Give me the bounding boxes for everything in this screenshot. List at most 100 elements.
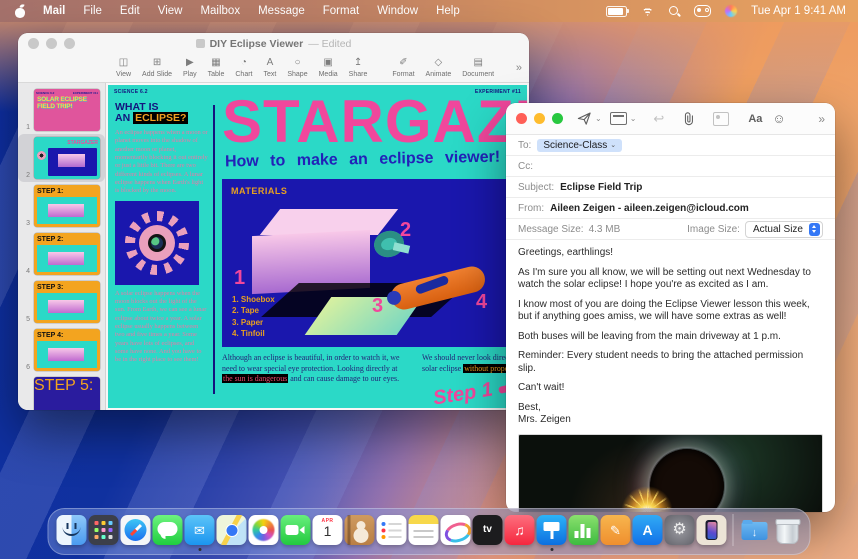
body-paragraph: As I'm sure you all know, we will be set… [518, 267, 823, 292]
dock-keynote-icon[interactable] [537, 515, 567, 545]
menu-item-edit[interactable]: Edit [111, 5, 149, 17]
toolbar-add-slide-button[interactable]: ⊞Add Slide [142, 58, 172, 78]
slide-thumbnail-3[interactable]: 3STEP 1: [18, 182, 105, 230]
close-button[interactable] [28, 38, 39, 49]
apple-menu-icon[interactable] [14, 5, 26, 18]
menu-item-view[interactable]: View [149, 5, 192, 17]
slide-number: 3 [20, 220, 30, 227]
header-fields-chevron-icon[interactable]: ⌄ [630, 109, 637, 129]
slide-thumbnail-7[interactable]: 7STEP 5: [18, 374, 105, 410]
search-icon[interactable] [668, 5, 680, 17]
dock-tv-icon[interactable]: tv [473, 515, 503, 545]
earth-icon [151, 237, 163, 249]
toolbar-chart-button[interactable]: ◔Chart [235, 58, 252, 78]
to-field[interactable]: To: Science-Class⌄ [506, 135, 835, 156]
menu-item-help[interactable]: Help [427, 5, 469, 17]
material-number-4: 4 [476, 291, 487, 314]
menu-item-window[interactable]: Window [368, 5, 427, 17]
dock-reminders-icon[interactable] [377, 515, 407, 545]
materials-list: 1. Shoebox 2. Tape 3. Paper 4. Tinfoil [232, 294, 275, 340]
slide-number: 4 [20, 268, 30, 275]
toolbar-view-button[interactable]: ◫View [116, 58, 131, 78]
table-icon: ▦ [211, 58, 220, 69]
slide-thumbnail-5[interactable]: 5STEP 3: [18, 278, 105, 326]
cc-field[interactable]: Cc: [506, 156, 835, 177]
dock-launchpad-icon[interactable] [89, 515, 119, 545]
dock-facetime-icon[interactable] [281, 515, 311, 545]
close-button[interactable] [516, 113, 527, 124]
minimize-button[interactable] [46, 38, 57, 49]
toolbar-media-button[interactable]: ▣Media [319, 58, 338, 78]
toolbar-document-button[interactable]: ▤Document [462, 58, 494, 78]
toolbar-label: Share [349, 71, 368, 78]
toolbar-overflow-chevron[interactable]: » [516, 62, 522, 74]
menu-item-file[interactable]: File [74, 5, 111, 17]
menu-item-message[interactable]: Message [249, 5, 314, 17]
battery-icon[interactable] [606, 6, 627, 17]
siri-icon[interactable] [725, 5, 737, 17]
dock-safari-icon[interactable] [121, 515, 151, 545]
dock-photos-icon[interactable] [249, 515, 279, 545]
dock-notes-icon[interactable] [409, 515, 439, 545]
dock-finder-icon[interactable] [57, 515, 87, 545]
toolbar-table-button[interactable]: ▦Table [208, 58, 225, 78]
wifi-icon[interactable] [641, 6, 654, 16]
menu-item-mail[interactable]: Mail [34, 5, 74, 17]
slide-thumbnail-1[interactable]: 1SCIENCE 6.2EXPERIMENT #11SOLAR ECLIPSE … [18, 86, 105, 134]
mail-compose-window: ⌄ ⌄ ↩ Aa ☺ » To: Science-Class⌄ Cc: [506, 103, 835, 512]
toolbar-label: Animate [426, 71, 452, 78]
dock-iphone-mirroring-icon[interactable] [697, 515, 727, 545]
send-icon[interactable] [577, 109, 592, 129]
dock-maps-icon[interactable] [217, 515, 247, 545]
eclipse-attachment-image[interactable] [518, 434, 823, 513]
toolbar-shape-button[interactable]: ○Shape [287, 58, 307, 78]
dock-freeform-icon[interactable] [441, 515, 471, 545]
toolbar-format-button[interactable]: ✐Format [392, 58, 414, 78]
message-body[interactable]: Greetings, earthlings! As I'm sure you al… [506, 240, 835, 427]
dock-mail-icon[interactable]: ✉ [185, 515, 215, 545]
dock-settings-icon[interactable]: ⚙ [665, 515, 695, 545]
media-icon: ▣ [323, 58, 332, 69]
slide-subtitle: How to make an eclipse viewer! [225, 149, 500, 172]
control-center-icon[interactable] [694, 5, 711, 17]
dock-contacts-icon[interactable] [345, 515, 375, 545]
zoom-button[interactable] [552, 113, 563, 124]
dock-appstore-icon[interactable]: A [633, 515, 663, 545]
chart-icon: ◔ [241, 58, 247, 69]
toolbar-overflow-chevron[interactable]: » [818, 109, 825, 129]
slide-stargazer[interactable]: SCIENCE 6.2 EXPERIMENT #11 WHAT IS AN EC… [108, 85, 527, 408]
minimize-button[interactable] [534, 113, 545, 124]
toolbar-share-button[interactable]: ↥Share [349, 58, 368, 78]
dock-trash-icon[interactable] [772, 515, 802, 545]
body-paragraph: I know most of you are doing the Eclipse… [518, 299, 823, 324]
from-field[interactable]: From: Aileen Zeigen - aileen.zeigen@iclo… [506, 198, 835, 219]
dock-music-icon[interactable]: ♫ [505, 515, 535, 545]
format-icon[interactable]: Aa [748, 109, 762, 129]
slide-thumbnail-4[interactable]: 4STEP 2: [18, 230, 105, 278]
recipient-token[interactable]: Science-Class⌄ [537, 139, 622, 152]
dock-numbers-icon[interactable] [569, 515, 599, 545]
menu-clock[interactable]: Tue Apr 1 9:41 AM [751, 5, 846, 17]
dock-pages-icon[interactable]: ✎ [601, 515, 631, 545]
keynote-titlebar: DIY Eclipse Viewer — Edited [18, 33, 529, 54]
slide-navigator: 1SCIENCE 6.2EXPERIMENT #11SOLAR ECLIPSE … [18, 83, 106, 410]
dock-calendar-icon[interactable]: APR1 [313, 515, 343, 545]
material-number-2: 2 [400, 219, 411, 242]
attach-icon[interactable] [682, 109, 695, 129]
emoji-icon[interactable]: ☺ [772, 109, 785, 129]
menu-item-mailbox[interactable]: Mailbox [191, 5, 249, 17]
send-options-chevron-icon[interactable]: ⌄ [595, 109, 602, 129]
menu-item-format[interactable]: Format [314, 5, 368, 17]
toolbar-text-button[interactable]: AText [264, 58, 277, 78]
zoom-button[interactable] [64, 38, 75, 49]
header-fields-icon[interactable] [610, 109, 627, 129]
toolbar-play-button[interactable]: ▶Play [183, 58, 197, 78]
dock-downloads-icon[interactable]: ↓ [740, 515, 770, 545]
image-size-select[interactable]: Actual Size [745, 221, 823, 238]
slide-thumbnail-2[interactable]: 2STARGAZER [18, 134, 105, 182]
dock-messages-icon[interactable] [153, 515, 183, 545]
toolbar-animate-button[interactable]: ◇Animate [426, 58, 452, 78]
slide-thumbnail-6[interactable]: 6STEP 4: [18, 326, 105, 374]
subject-field[interactable]: Subject: Eclipse Field Trip [506, 177, 835, 198]
body-paragraph: Greetings, earthlings! [518, 247, 823, 260]
